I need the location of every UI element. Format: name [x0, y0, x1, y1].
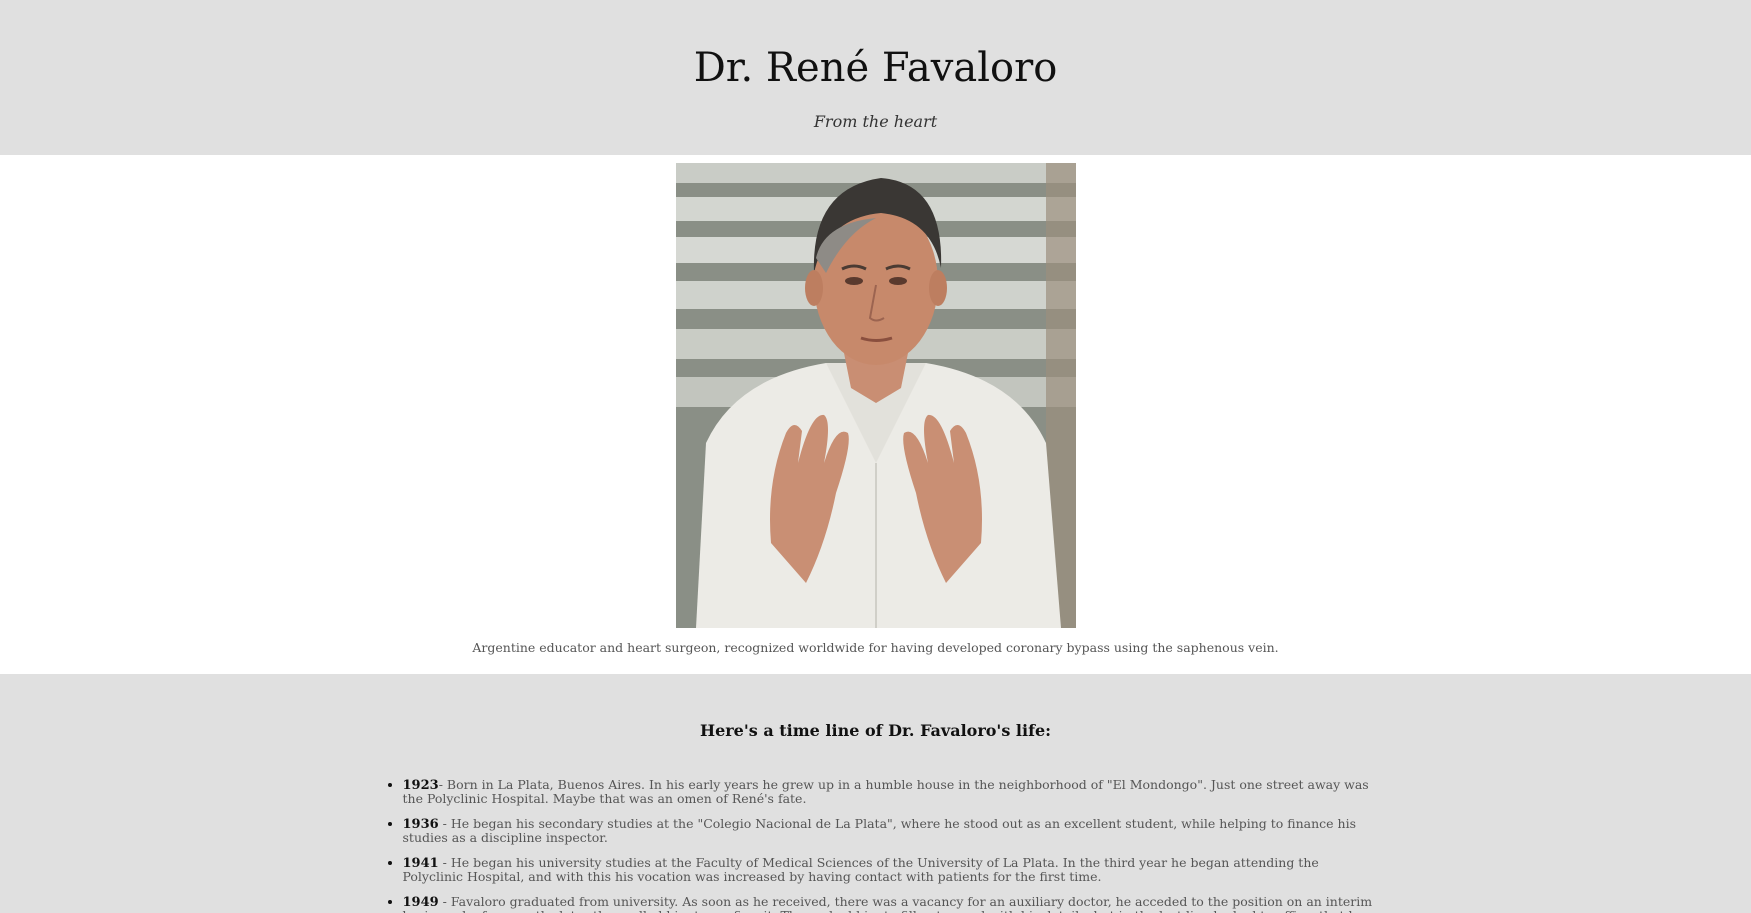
timeline-list: 1923- Born in La Plata, Buenos Aires. In… [377, 778, 1375, 913]
page-header: Dr. René Favaloro From the heart [0, 0, 1751, 155]
timeline-text: - Favaloro graduated from university. As… [403, 894, 1373, 913]
timeline-heading: Here's a time line of Dr. Favaloro's lif… [699, 721, 1052, 740]
timeline-item: 1923- Born in La Plata, Buenos Aires. In… [403, 778, 1375, 805]
timeline-item: 1941 - He began his university studies a… [403, 856, 1375, 883]
portrait-caption: Argentine educator and heart surgeon, re… [472, 640, 1279, 655]
portrait-figure: Argentine educator and heart surgeon, re… [0, 155, 1751, 674]
timeline-item: 1936 - He began his secondary studies at… [403, 817, 1375, 844]
timeline-text: - He began his secondary studies at the … [402, 816, 1357, 845]
timeline-text: - He began his university studies at the… [402, 855, 1319, 884]
timeline-item: 1949 - Favaloro graduated from universit… [403, 895, 1375, 913]
timeline-text: - Born in La Plata, Buenos Aires. In his… [402, 777, 1369, 806]
portrait-image [675, 163, 1076, 628]
page-tagline: From the heart [813, 112, 938, 131]
timeline-section: Here's a time line of Dr. Favaloro's lif… [0, 674, 1751, 913]
page-title: Dr. René Favaloro [693, 45, 1058, 91]
